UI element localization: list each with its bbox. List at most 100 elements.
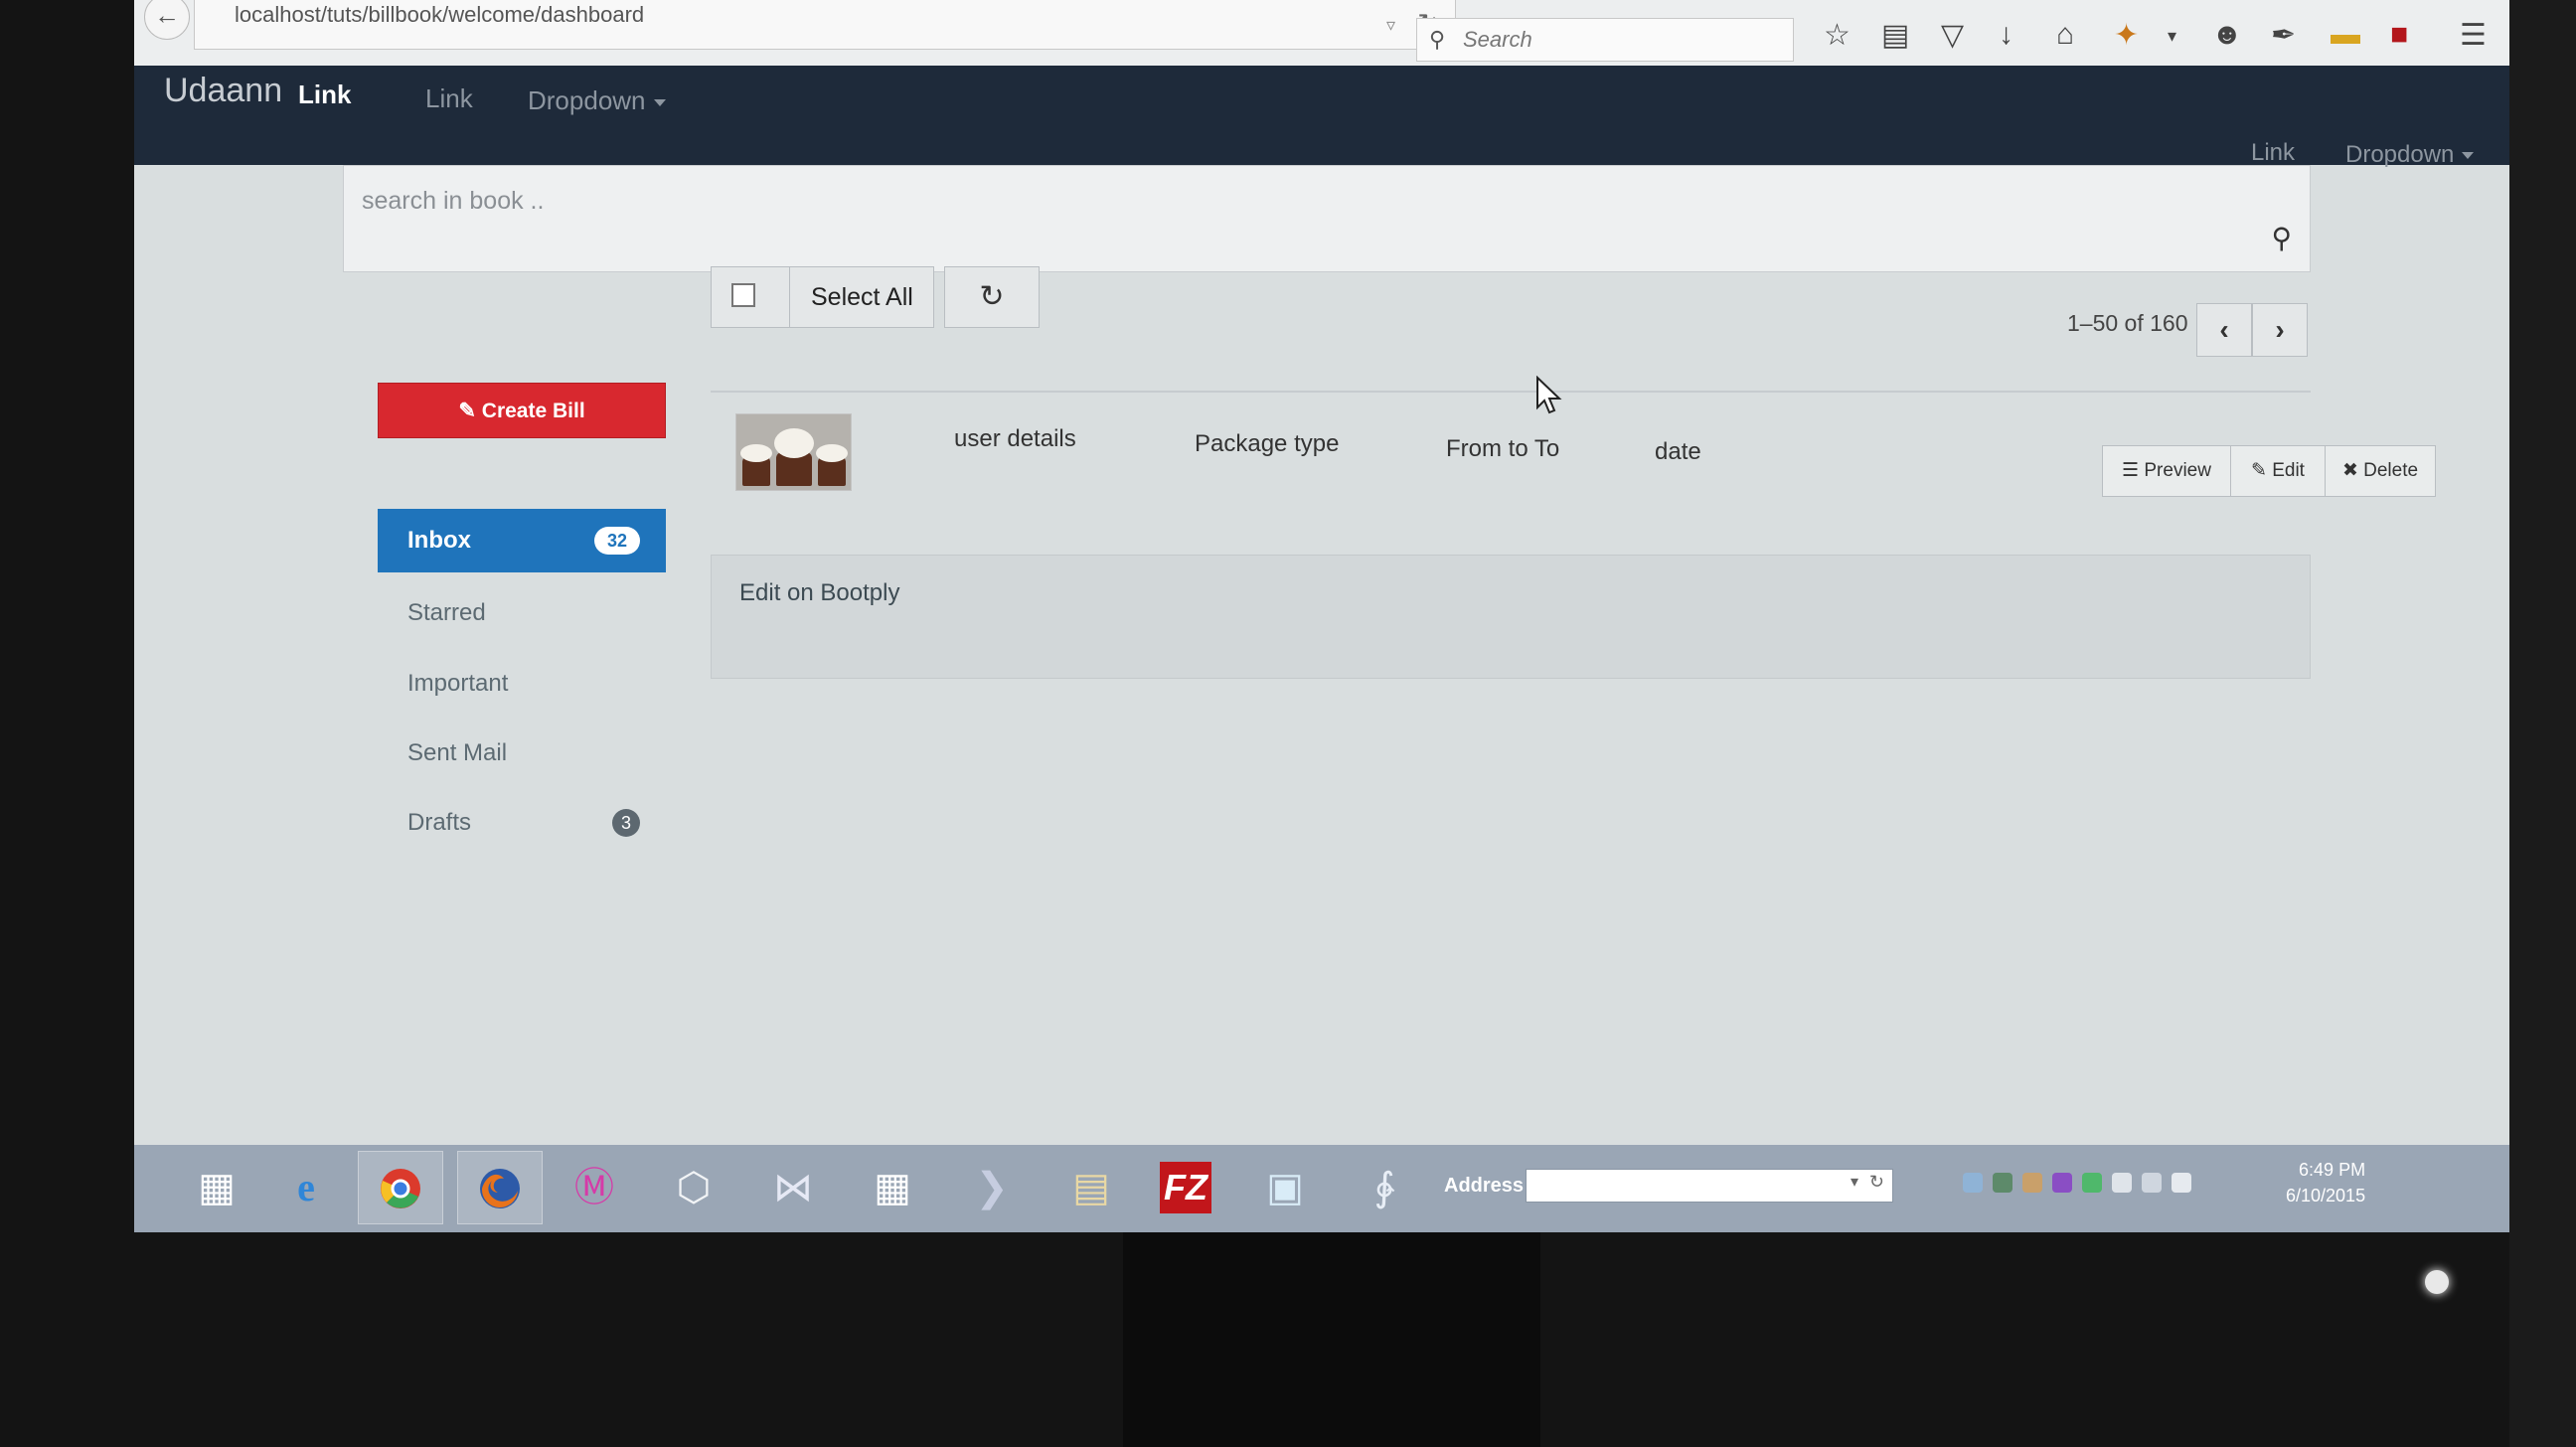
nav-dropdown[interactable]: Dropdown: [528, 85, 666, 116]
nav-dropdown-label: Dropdown: [528, 85, 646, 115]
home-icon[interactable]: ⌂: [2056, 18, 2074, 52]
nav-right-link[interactable]: Link: [2251, 139, 2295, 167]
taskbar-apps[interactable]: ▦: [850, 1151, 935, 1224]
taskbar-app-arrow[interactable]: ❯: [949, 1151, 1035, 1224]
search-icon: ⚲: [1429, 27, 1446, 52]
apps-grid-icon: ▦: [874, 1166, 911, 1209]
chevron-down-icon[interactable]: ▾: [2168, 26, 2176, 47]
folder-addon-icon[interactable]: ▬: [2331, 18, 2360, 52]
sidebar-item-inbox[interactable]: Inbox 32: [378, 509, 666, 572]
drafts-count-badge: 3: [612, 809, 640, 837]
tray-flag-icon[interactable]: [2112, 1173, 2132, 1193]
visual-studio-icon: ⋈: [773, 1166, 813, 1209]
chat-icon[interactable]: ☻: [2211, 18, 2243, 52]
taskbar-virtualbox[interactable]: ⬡: [651, 1151, 736, 1224]
tray-volume-icon[interactable]: [2172, 1173, 2191, 1193]
firefox-icon: [480, 1169, 520, 1208]
edit-icon: ✎: [2251, 460, 2267, 481]
bookmark-star-icon[interactable]: ☆: [1824, 18, 1851, 53]
menu-icon[interactable]: ☰: [2460, 18, 2487, 53]
start-button[interactable]: ▦: [174, 1151, 259, 1224]
tray-app-icon[interactable]: [2082, 1173, 2102, 1193]
chevron-down-icon[interactable]: ▾: [1851, 1172, 1858, 1192]
tray-network-icon[interactable]: [1963, 1173, 1983, 1193]
clock-time: 6:49 PM: [2299, 1160, 2366, 1180]
bootply-link[interactable]: Edit on Bootply: [739, 579, 899, 606]
tray-display-icon[interactable]: [2142, 1173, 2162, 1193]
taskbar-file-explorer[interactable]: ▤: [1048, 1151, 1134, 1224]
refresh-icon[interactable]: ↻: [1869, 1172, 1884, 1193]
pager-count: 1–50 of 160: [2067, 310, 2188, 336]
wamp-icon: Ⓜ: [574, 1166, 614, 1209]
edit-button[interactable]: ✎ Edit: [2230, 445, 2326, 497]
url-dropdown-icon[interactable]: ▿: [1386, 10, 1395, 40]
taskbar-chrome[interactable]: [358, 1151, 443, 1224]
book-search-input[interactable]: [360, 180, 2153, 222]
column-from-to: From to To: [1446, 435, 1560, 462]
column-date: date: [1655, 438, 1701, 465]
download-icon[interactable]: ↓: [1999, 18, 2013, 52]
select-all-button[interactable]: Select All: [711, 266, 934, 328]
frosting-shape: [774, 428, 814, 458]
cupcake-thumbnail[interactable]: [735, 413, 852, 491]
tray-app-icon[interactable]: [1993, 1173, 2012, 1193]
pen-icon[interactable]: ✒: [2271, 18, 2296, 53]
nav-link-active[interactable]: Link: [298, 80, 351, 110]
edit-icon: ✎: [458, 400, 476, 422]
url-bar[interactable]: localhost/tuts/billbook/welcome/dashboar…: [194, 0, 1456, 50]
red-addon-icon[interactable]: ■: [2390, 18, 2408, 52]
pager-prev-button[interactable]: ‹: [2196, 303, 2252, 357]
power-light-icon: [2425, 1270, 2449, 1294]
bootply-panel: Edit on Bootply: [711, 555, 2311, 679]
monitor-stand: [1123, 1232, 1540, 1447]
chevron-left-icon: ‹: [2219, 314, 2229, 345]
internet-explorer-icon: e: [297, 1165, 315, 1209]
sidebar-item-label: Drafts: [407, 809, 472, 836]
frosting-shape: [816, 444, 848, 462]
taskbar-clock[interactable]: 6:49 PM 6/10/2015: [2286, 1157, 2365, 1208]
delete-button[interactable]: ✖ Delete: [2325, 445, 2436, 497]
addon-icon[interactable]: ✦: [2114, 18, 2139, 53]
search-icon[interactable]: ⚲: [2271, 222, 2292, 254]
sidebar-item-sent-mail[interactable]: Sent Mail: [378, 722, 666, 785]
create-bill-button[interactable]: ✎ Create Bill: [378, 383, 666, 438]
taskbar-filezilla[interactable]: FZ: [1143, 1151, 1228, 1224]
taskbar-wamp[interactable]: Ⓜ: [552, 1151, 637, 1224]
nav-right-dropdown-label: Dropdown: [2345, 141, 2455, 168]
sidebar-item-drafts[interactable]: Drafts 3: [378, 791, 666, 855]
browser-search-placeholder: Search: [1463, 27, 1532, 52]
list-icon: ☰: [2122, 460, 2140, 481]
sidebar-item-label: Sent Mail: [407, 739, 508, 766]
address-toolbar-label: Address: [1444, 1175, 1525, 1197]
reading-list-icon[interactable]: ▤: [1881, 18, 1909, 53]
preview-button[interactable]: ☰ Preview: [2102, 445, 2231, 497]
address-toolbar-input[interactable]: ▾ ↻: [1526, 1169, 1893, 1203]
sidebar-item-starred[interactable]: Starred: [378, 581, 666, 645]
tray-app-icon[interactable]: [2052, 1173, 2072, 1193]
pager-next-button[interactable]: ›: [2252, 303, 2308, 357]
taskbar-firefox[interactable]: [457, 1151, 543, 1224]
browser-toolbar: ← localhost/tuts/billbook/welcome/dashbo…: [134, 0, 2509, 67]
monitor-screen: ← localhost/tuts/billbook/welcome/dashbo…: [134, 0, 2509, 1232]
monitor-icon: ▣: [1266, 1166, 1304, 1209]
browser-search-field[interactable]: ⚲ Search: [1416, 18, 1794, 62]
nav-link[interactable]: Link: [425, 83, 473, 114]
select-all-checkbox[interactable]: [731, 283, 755, 307]
frosting-shape: [740, 444, 772, 462]
navbar-brand[interactable]: Udaann: [164, 72, 282, 110]
pocket-icon[interactable]: ▽: [1941, 18, 1964, 53]
back-button[interactable]: ←: [144, 0, 190, 40]
windows-logo-icon: ▦: [198, 1166, 236, 1209]
nav-right-dropdown[interactable]: Dropdown: [2345, 141, 2475, 169]
clock-date: 6/10/2015: [2286, 1186, 2366, 1206]
tray-app-icon[interactable]: [2022, 1173, 2042, 1193]
create-bill-label: Create Bill: [481, 400, 585, 422]
caret-down-icon: [653, 98, 666, 106]
taskbar-ie[interactable]: e: [263, 1151, 349, 1224]
sidebar-item-important[interactable]: Important: [378, 652, 666, 716]
taskbar-remote-desktop[interactable]: ▣: [1242, 1151, 1328, 1224]
taskbar-app-spiral[interactable]: ∳: [1342, 1151, 1427, 1224]
sidebar-item-label: Inbox: [407, 527, 471, 554]
refresh-button[interactable]: ↻: [944, 266, 1040, 328]
taskbar-visual-studio[interactable]: ⋈: [750, 1151, 836, 1224]
